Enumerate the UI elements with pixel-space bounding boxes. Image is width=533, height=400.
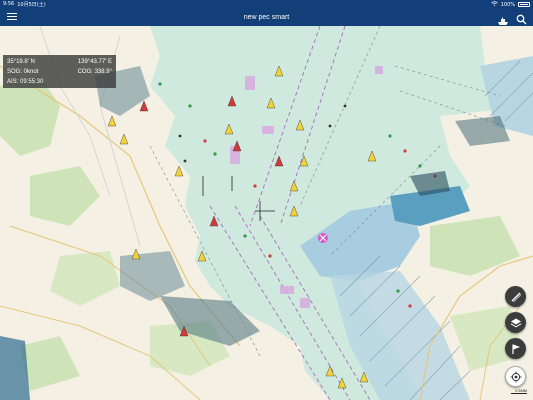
flag-icon: [511, 344, 520, 354]
ais-time: AIS: 09:55:30: [7, 79, 44, 85]
latitude-value: 35°19.8′ N: [7, 59, 35, 65]
my-location-button[interactable]: [505, 366, 526, 387]
layers-icon: [510, 318, 521, 327]
sog-value: SOG: 0knot: [7, 69, 39, 75]
layers-button[interactable]: [505, 312, 526, 333]
position-info-panel: 35°19.8′ N 139°43.77′ E SOG: 0knot COG: …: [3, 55, 116, 88]
status-time: 9:56: [3, 1, 15, 7]
search-button[interactable]: [516, 12, 527, 25]
pencil-icon: [511, 292, 521, 302]
locate-icon: [510, 371, 521, 382]
battery-icon: [518, 2, 530, 7]
battery-percent: 100%: [500, 1, 515, 8]
wifi-icon: [490, 1, 498, 8]
ship-button[interactable]: [497, 13, 509, 25]
nautical-chart[interactable]: 35°19.8′ N 139°43.77′ E SOG: 0knot COG: …: [0, 26, 533, 400]
draw-line-button[interactable]: [505, 286, 526, 307]
ship-icon: [498, 17, 508, 25]
scale-bar: 0.5NM: [511, 388, 527, 394]
route-button[interactable]: [505, 338, 526, 359]
app-bar: new pec smart: [0, 9, 533, 26]
search-icon: [516, 14, 527, 25]
status-date: 10月5日(土): [17, 2, 46, 8]
status-bar: 9:56 10月5日(土) 100%: [0, 0, 533, 9]
app-title: new pec smart: [243, 14, 290, 21]
cog-value: COG: 338.9°: [77, 69, 112, 75]
longitude-value: 139°43.77′ E: [77, 59, 112, 65]
